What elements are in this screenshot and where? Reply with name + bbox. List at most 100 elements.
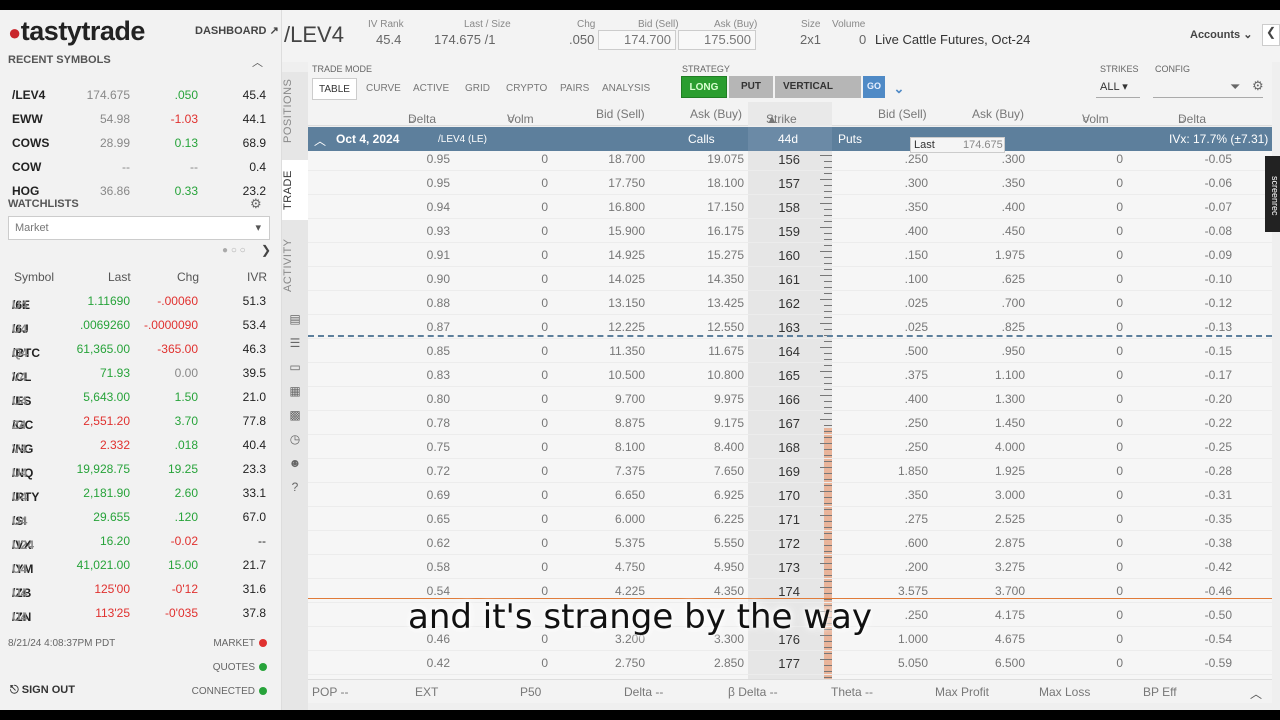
long-button[interactable]: LONG [681, 76, 727, 98]
put-delta[interactable]: -0.13 [1205, 320, 1232, 334]
config-select[interactable] [1153, 76, 1263, 98]
watchlist-row[interactable]: /6E U4 1.11690 -.00060 51.3 [0, 290, 280, 314]
put-delta[interactable]: -0.09 [1205, 248, 1232, 262]
call-volume[interactable]: 0 [541, 344, 548, 358]
watchlist-row[interactable]: /RTY U4 2,181.90 2.60 33.1 [0, 482, 280, 506]
put-volume[interactable]: 0 [1116, 248, 1123, 262]
call-bid[interactable]: 12.225 [608, 320, 645, 334]
chain-row[interactable]: 0.91 0 14.925 15.275 160 .150 1.975 0 -0.09 [308, 243, 1272, 267]
chain-row[interactable]: 0.90 0 14.025 14.350 161 .100 .625 0 -0.10 [308, 267, 1272, 291]
put-bid[interactable]: .375 [905, 368, 928, 382]
call-bid[interactable]: 5.375 [615, 536, 645, 550]
call-delta[interactable]: 0.78 [427, 416, 450, 430]
call-bid[interactable]: 11.350 [609, 344, 645, 358]
chain-row[interactable]: 0.72 0 7.375 7.650 169 1.850 1.925 0 -0.28 [308, 459, 1272, 483]
call-ask[interactable]: 8.400 [714, 440, 744, 454]
put-volume[interactable]: 0 [1116, 368, 1123, 382]
call-ask[interactable]: 5.550 [714, 536, 744, 550]
accounts-dropdown[interactable]: Accounts ⌄ [1190, 28, 1252, 41]
put-bid[interactable]: .100 [905, 272, 928, 286]
watchlist-row[interactable]: /BTC Q4 61,365.00 -365.00 46.3 [0, 338, 280, 362]
strike[interactable]: 172 [778, 536, 800, 551]
put-delta[interactable]: -0.10 [1205, 272, 1232, 286]
call-bid[interactable]: 7.375 [615, 464, 645, 478]
dashboard-link[interactable]: DASHBOARD ↗ [195, 24, 279, 37]
call-bid[interactable]: 8.100 [615, 440, 645, 454]
chain-row[interactable]: 0.58 0 4.750 4.950 173 .200 3.275 0 -0.42 [308, 555, 1272, 579]
watchlist-row[interactable]: /ES U4 5,643.00 1.50 21.0 [0, 386, 280, 410]
filter-icon[interactable]: ⏷ [1230, 79, 1240, 95]
call-ask[interactable]: 13.425 [707, 296, 744, 310]
chain-row[interactable]: 0.85 0 11.350 11.675 164 .500 .950 0 -0.15 [308, 339, 1272, 363]
put-button[interactable]: PUT [729, 76, 773, 98]
strike[interactable]: 171 [778, 512, 800, 527]
chain-row[interactable]: 0.62 0 5.375 5.550 172 .600 2.875 0 -0.38 [308, 531, 1272, 555]
strike[interactable]: 158 [778, 200, 800, 215]
put-ask[interactable]: .950 [1002, 344, 1025, 358]
chain-row[interactable]: 0.69 0 6.650 6.925 170 .350 3.000 0 -0.31 [308, 483, 1272, 507]
put-bid[interactable]: .350 [905, 200, 928, 214]
put-bid[interactable]: 1.850 [898, 464, 928, 478]
put-volume[interactable]: 0 [1116, 536, 1123, 550]
call-delta[interactable]: 0.94 [427, 200, 450, 214]
put-ask[interactable]: 2.875 [995, 536, 1025, 550]
put-delta[interactable]: -0.15 [1205, 344, 1232, 358]
put-ask[interactable]: 1.925 [995, 464, 1025, 478]
call-volume[interactable]: 0 [541, 488, 548, 502]
clock-icon[interactable]: ◷ [288, 432, 302, 446]
call-delta[interactable]: 0.88 [427, 296, 450, 310]
chevron-down-icon[interactable]: ⌄ [890, 76, 908, 98]
put-delta[interactable]: -0.35 [1205, 512, 1232, 526]
put-ask[interactable]: 3.700 [995, 584, 1025, 598]
put-ask-header[interactable]: Ask (Buy) [972, 107, 1024, 121]
put-bid[interactable]: .400 [905, 224, 928, 238]
put-volume[interactable]: 0 [1116, 656, 1123, 670]
watchlist-row[interactable]: /VX U24 16.20 -0.02 -- [0, 530, 280, 554]
put-volume[interactable]: 0 [1116, 584, 1123, 598]
put-volume[interactable]: 0 [1116, 440, 1123, 454]
put-volume[interactable]: 0 [1116, 416, 1123, 430]
call-ask[interactable]: 9.975 [714, 392, 744, 406]
people-icon[interactable]: ☻ [288, 456, 302, 470]
put-bid[interactable]: .400 [905, 392, 928, 406]
mode-curve[interactable]: CURVE [360, 78, 407, 100]
briefcase-icon[interactable]: ▭ [288, 360, 302, 374]
call-bid[interactable]: 10.500 [608, 368, 645, 382]
strike[interactable]: 157 [778, 176, 800, 191]
header-symbol[interactable]: /LEV4 [284, 22, 344, 48]
mode-pairs[interactable]: PAIRS [554, 78, 595, 100]
strike[interactable]: 167 [778, 416, 800, 431]
put-ask[interactable]: .625 [1002, 272, 1025, 286]
put-delta[interactable]: -0.06 [1205, 176, 1232, 190]
put-volume[interactable]: 0 [1116, 224, 1123, 238]
chain-row[interactable]: 0.95 0 17.750 18.100 157 .300 .350 0 -0.06 [308, 171, 1272, 195]
call-delta[interactable]: 0.91 [427, 248, 450, 262]
put-delta[interactable]: -0.42 [1205, 560, 1232, 574]
put-ask[interactable]: 1.975 [995, 248, 1025, 262]
put-bid[interactable]: .600 [905, 536, 928, 550]
col-chg[interactable]: Chg [177, 270, 199, 284]
put-delta[interactable]: -0.05 [1205, 152, 1232, 166]
tab-positions[interactable]: POSITIONS [282, 72, 308, 150]
put-ask[interactable]: 1.100 [995, 368, 1025, 382]
put-ask[interactable]: .400 [1002, 200, 1025, 214]
call-ask[interactable]: 6.925 [714, 488, 744, 502]
strike[interactable]: 165 [778, 368, 800, 383]
mode-grid[interactable]: GRID [459, 78, 496, 100]
call-delta[interactable]: 0.95 [427, 152, 450, 166]
call-volume[interactable]: 0 [541, 560, 548, 574]
gear-icon[interactable]: ⚙ [250, 196, 262, 212]
strikes-select[interactable]: ALL ▾ [1096, 76, 1140, 98]
call-volume[interactable]: 0 [541, 440, 548, 454]
put-ask[interactable]: .300 [1002, 152, 1025, 166]
call-ask[interactable]: 2.850 [714, 656, 744, 670]
call-ask[interactable]: 4.350 [714, 584, 744, 598]
document-icon[interactable]: ▤ [288, 312, 302, 326]
call-volume[interactable]: 0 [541, 536, 548, 550]
tastytrade-logo[interactable]: ●tastytrade [8, 16, 145, 47]
put-bid[interactable]: .200 [905, 560, 928, 574]
chevron-up-icon[interactable]: ︿ [1250, 685, 1262, 702]
put-volume[interactable]: 0 [1116, 272, 1123, 286]
put-delta[interactable]: -0.12 [1205, 296, 1232, 310]
call-bid[interactable]: 14.025 [608, 272, 645, 286]
